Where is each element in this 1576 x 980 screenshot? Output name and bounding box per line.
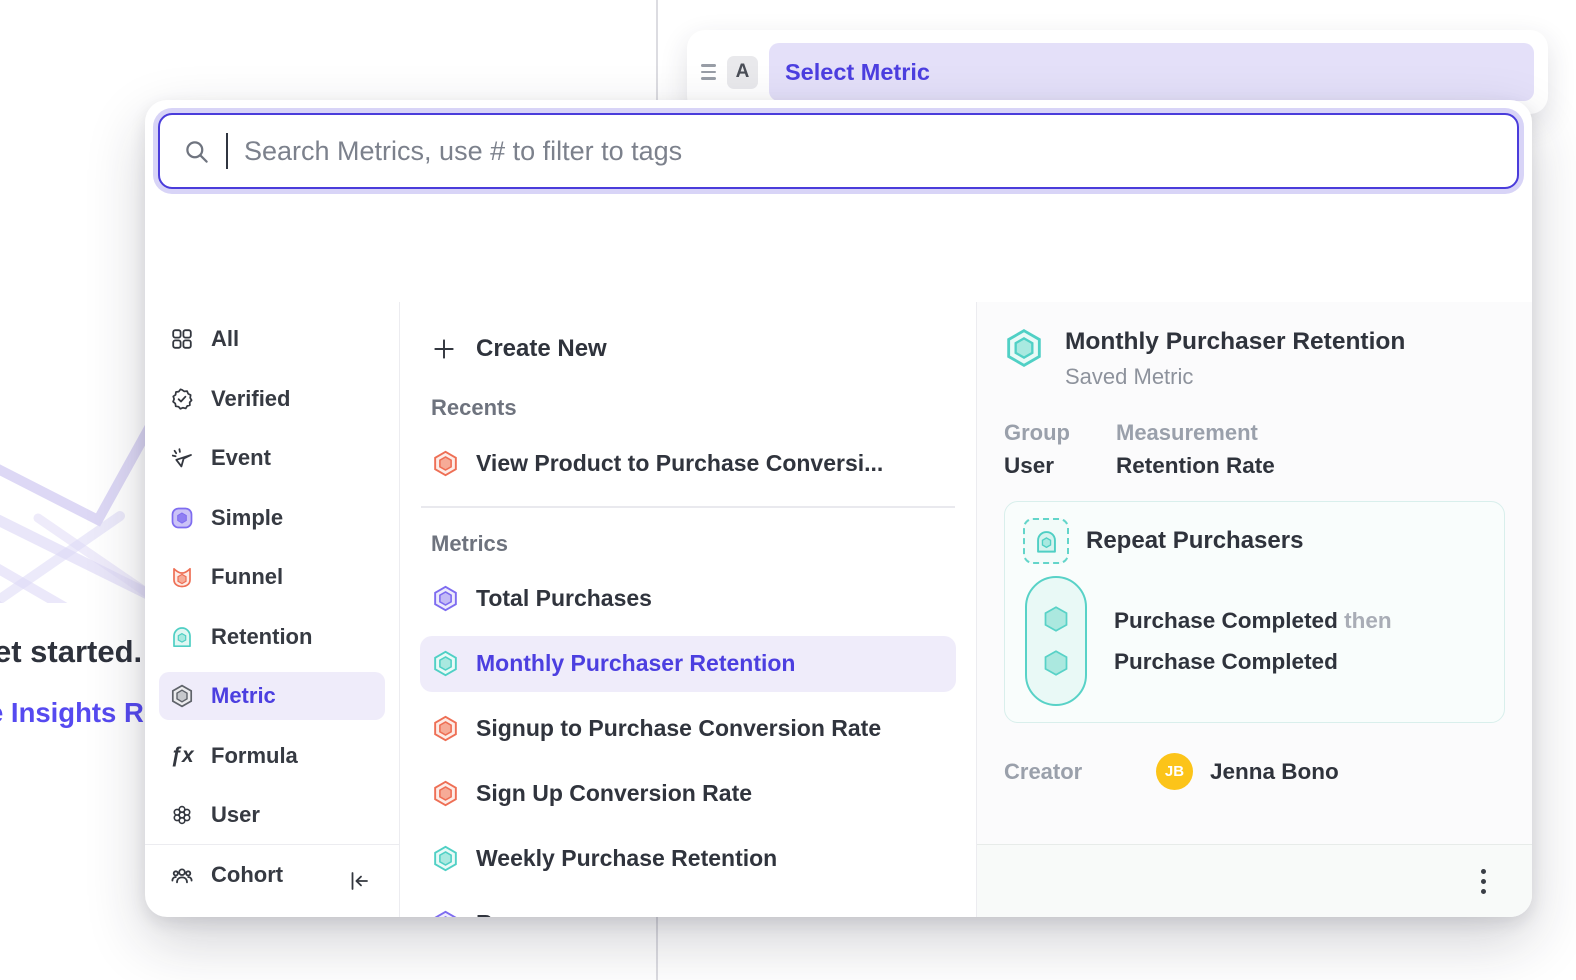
recent-item-label: View Product to Purchase Conversi... <box>476 450 883 477</box>
creator-name: Jenna Bono <box>1210 759 1339 785</box>
saved-metric-icon <box>1004 328 1044 368</box>
sidebar-item-user[interactable]: User <box>159 791 385 839</box>
modal-columns: All Verified <box>145 302 1532 917</box>
kebab-menu-icon[interactable] <box>1475 863 1492 900</box>
retention-behavior-icon <box>1023 518 1069 564</box>
sidebar-item-label: Metric <box>211 683 276 709</box>
teal-hexagon-icon <box>432 845 459 872</box>
recent-item-view-product[interactable]: View Product to Purchase Conversi... <box>420 435 956 491</box>
metric-detail-panel: Monthly Purchaser Retention Saved Metric… <box>977 302 1532 917</box>
search-input[interactable] <box>244 136 1494 167</box>
sidebar-item-label: Formula <box>211 743 298 769</box>
then-connector: then <box>1344 608 1392 633</box>
background-heading-fragment: et started. <box>0 634 142 670</box>
detail-footer <box>977 844 1532 917</box>
creator-avatar[interactable]: JB <box>1156 753 1193 790</box>
behavior-card: Repeat Purchasers Purchase Comp <box>1004 501 1505 723</box>
metrics-section-label: Metrics <box>431 531 956 557</box>
recents-section-label: Recents <box>431 395 956 421</box>
metric-item-revenue[interactable]: Revenue <box>420 896 956 918</box>
metric-item-monthly-purchaser-retention[interactable]: Monthly Purchaser Retention <box>420 636 956 692</box>
select-metric-button[interactable]: Select Metric <box>769 43 1534 101</box>
collapse-sidebar-icon[interactable] <box>346 868 372 894</box>
metric-letter-badge[interactable]: A <box>727 56 758 89</box>
group-value: User <box>1004 453 1092 479</box>
retention-arch-icon <box>170 625 194 649</box>
detail-subtitle: Saved Metric <box>1065 364 1405 390</box>
metric-item-total-purchases[interactable]: Total Purchases <box>420 571 956 627</box>
search-icon <box>183 138 210 165</box>
behavior-step-2: Purchase Completed <box>1114 641 1392 682</box>
grid-icon <box>170 327 194 351</box>
metric-item-label: Revenue <box>476 910 572 917</box>
coral-hexagon-icon <box>432 780 459 807</box>
plus-icon <box>431 336 457 362</box>
metric-item-signup-to-purchase[interactable]: Signup to Purchase Conversion Rate <box>420 701 956 757</box>
metric-item-label: Sign Up Conversion Rate <box>476 780 752 807</box>
funnel-metric-icon <box>432 450 459 477</box>
sidebar-item-label: All <box>211 326 239 352</box>
metric-list-column: Create New Recents View Product to Purch… <box>400 302 977 917</box>
metric-item-label: Signup to Purchase Conversion Rate <box>476 715 881 742</box>
sidebar-item-verified[interactable]: Verified <box>159 375 385 423</box>
sidebar-item-label: Funnel <box>211 564 283 590</box>
measurement-value: Retention Rate <box>1116 453 1275 479</box>
background-insights-link-fragment[interactable]: e Insights Re <box>0 697 159 729</box>
coral-hexagon-icon <box>432 715 459 742</box>
behavior-title: Repeat Purchasers <box>1086 527 1303 555</box>
simple-hexagon-icon <box>170 506 194 530</box>
metric-item-label: Monthly Purchaser Retention <box>476 650 795 677</box>
create-new-button[interactable]: Create New <box>420 326 956 372</box>
teal-hexagon-icon <box>432 650 459 677</box>
sidebar-item-funnel[interactable]: Funnel <box>159 553 385 601</box>
metric-hexagon-icon <box>170 684 194 708</box>
metric-picker-modal: All Verified <box>145 100 1532 917</box>
sidebar-item-label: Verified <box>211 386 290 412</box>
cursor-sparkle-icon <box>170 446 194 470</box>
formula-icon: ƒx <box>170 744 194 768</box>
sidebar-item-label: Event <box>211 445 271 471</box>
event-sequence-capsule <box>1025 576 1087 706</box>
select-metric-label: Select Metric <box>785 59 930 86</box>
sidebar-item-all[interactable]: All <box>159 315 385 363</box>
verified-badge-icon <box>170 387 194 411</box>
event-hexagon-icon <box>1041 648 1071 678</box>
purple-hexagon-icon <box>432 585 459 612</box>
list-divider <box>421 506 955 508</box>
drag-handle-icon[interactable] <box>701 64 716 79</box>
metric-item-sign-up-conversion[interactable]: Sign Up Conversion Rate <box>420 766 956 822</box>
sidebar-footer <box>145 844 399 917</box>
event-hexagon-icon <box>1041 604 1071 634</box>
metric-item-label: Weekly Purchase Retention <box>476 845 777 872</box>
filter-sidebar: All Verified <box>145 302 400 917</box>
funnel-hexagon-icon <box>170 565 194 589</box>
measurement-label: Measurement <box>1116 420 1275 446</box>
create-new-label: Create New <box>476 335 607 363</box>
sidebar-item-label: Simple <box>211 505 283 531</box>
metric-item-weekly-purchase-retention[interactable]: Weekly Purchase Retention <box>420 831 956 887</box>
creator-label: Creator <box>1004 759 1156 785</box>
detail-title: Monthly Purchaser Retention <box>1065 328 1405 356</box>
purple-hexagon-icon <box>432 910 459 917</box>
sidebar-item-formula[interactable]: ƒx Formula <box>159 732 385 780</box>
user-cluster-icon <box>170 803 194 827</box>
sidebar-item-label: Retention <box>211 624 312 650</box>
sidebar-item-metric[interactable]: Metric <box>159 672 385 720</box>
metric-item-label: Total Purchases <box>476 585 652 612</box>
group-label: Group <box>1004 420 1092 446</box>
search-bar[interactable] <box>158 113 1519 189</box>
text-cursor <box>226 133 228 169</box>
screen: et started. e Insights Re A Select Metri… <box>0 0 1576 980</box>
behavior-step-1: Purchase Completed then <box>1114 600 1392 641</box>
sidebar-item-event[interactable]: Event <box>159 434 385 482</box>
sidebar-item-label: User <box>211 802 260 828</box>
sidebar-item-simple[interactable]: Simple <box>159 494 385 542</box>
sidebar-item-retention[interactable]: Retention <box>159 613 385 661</box>
